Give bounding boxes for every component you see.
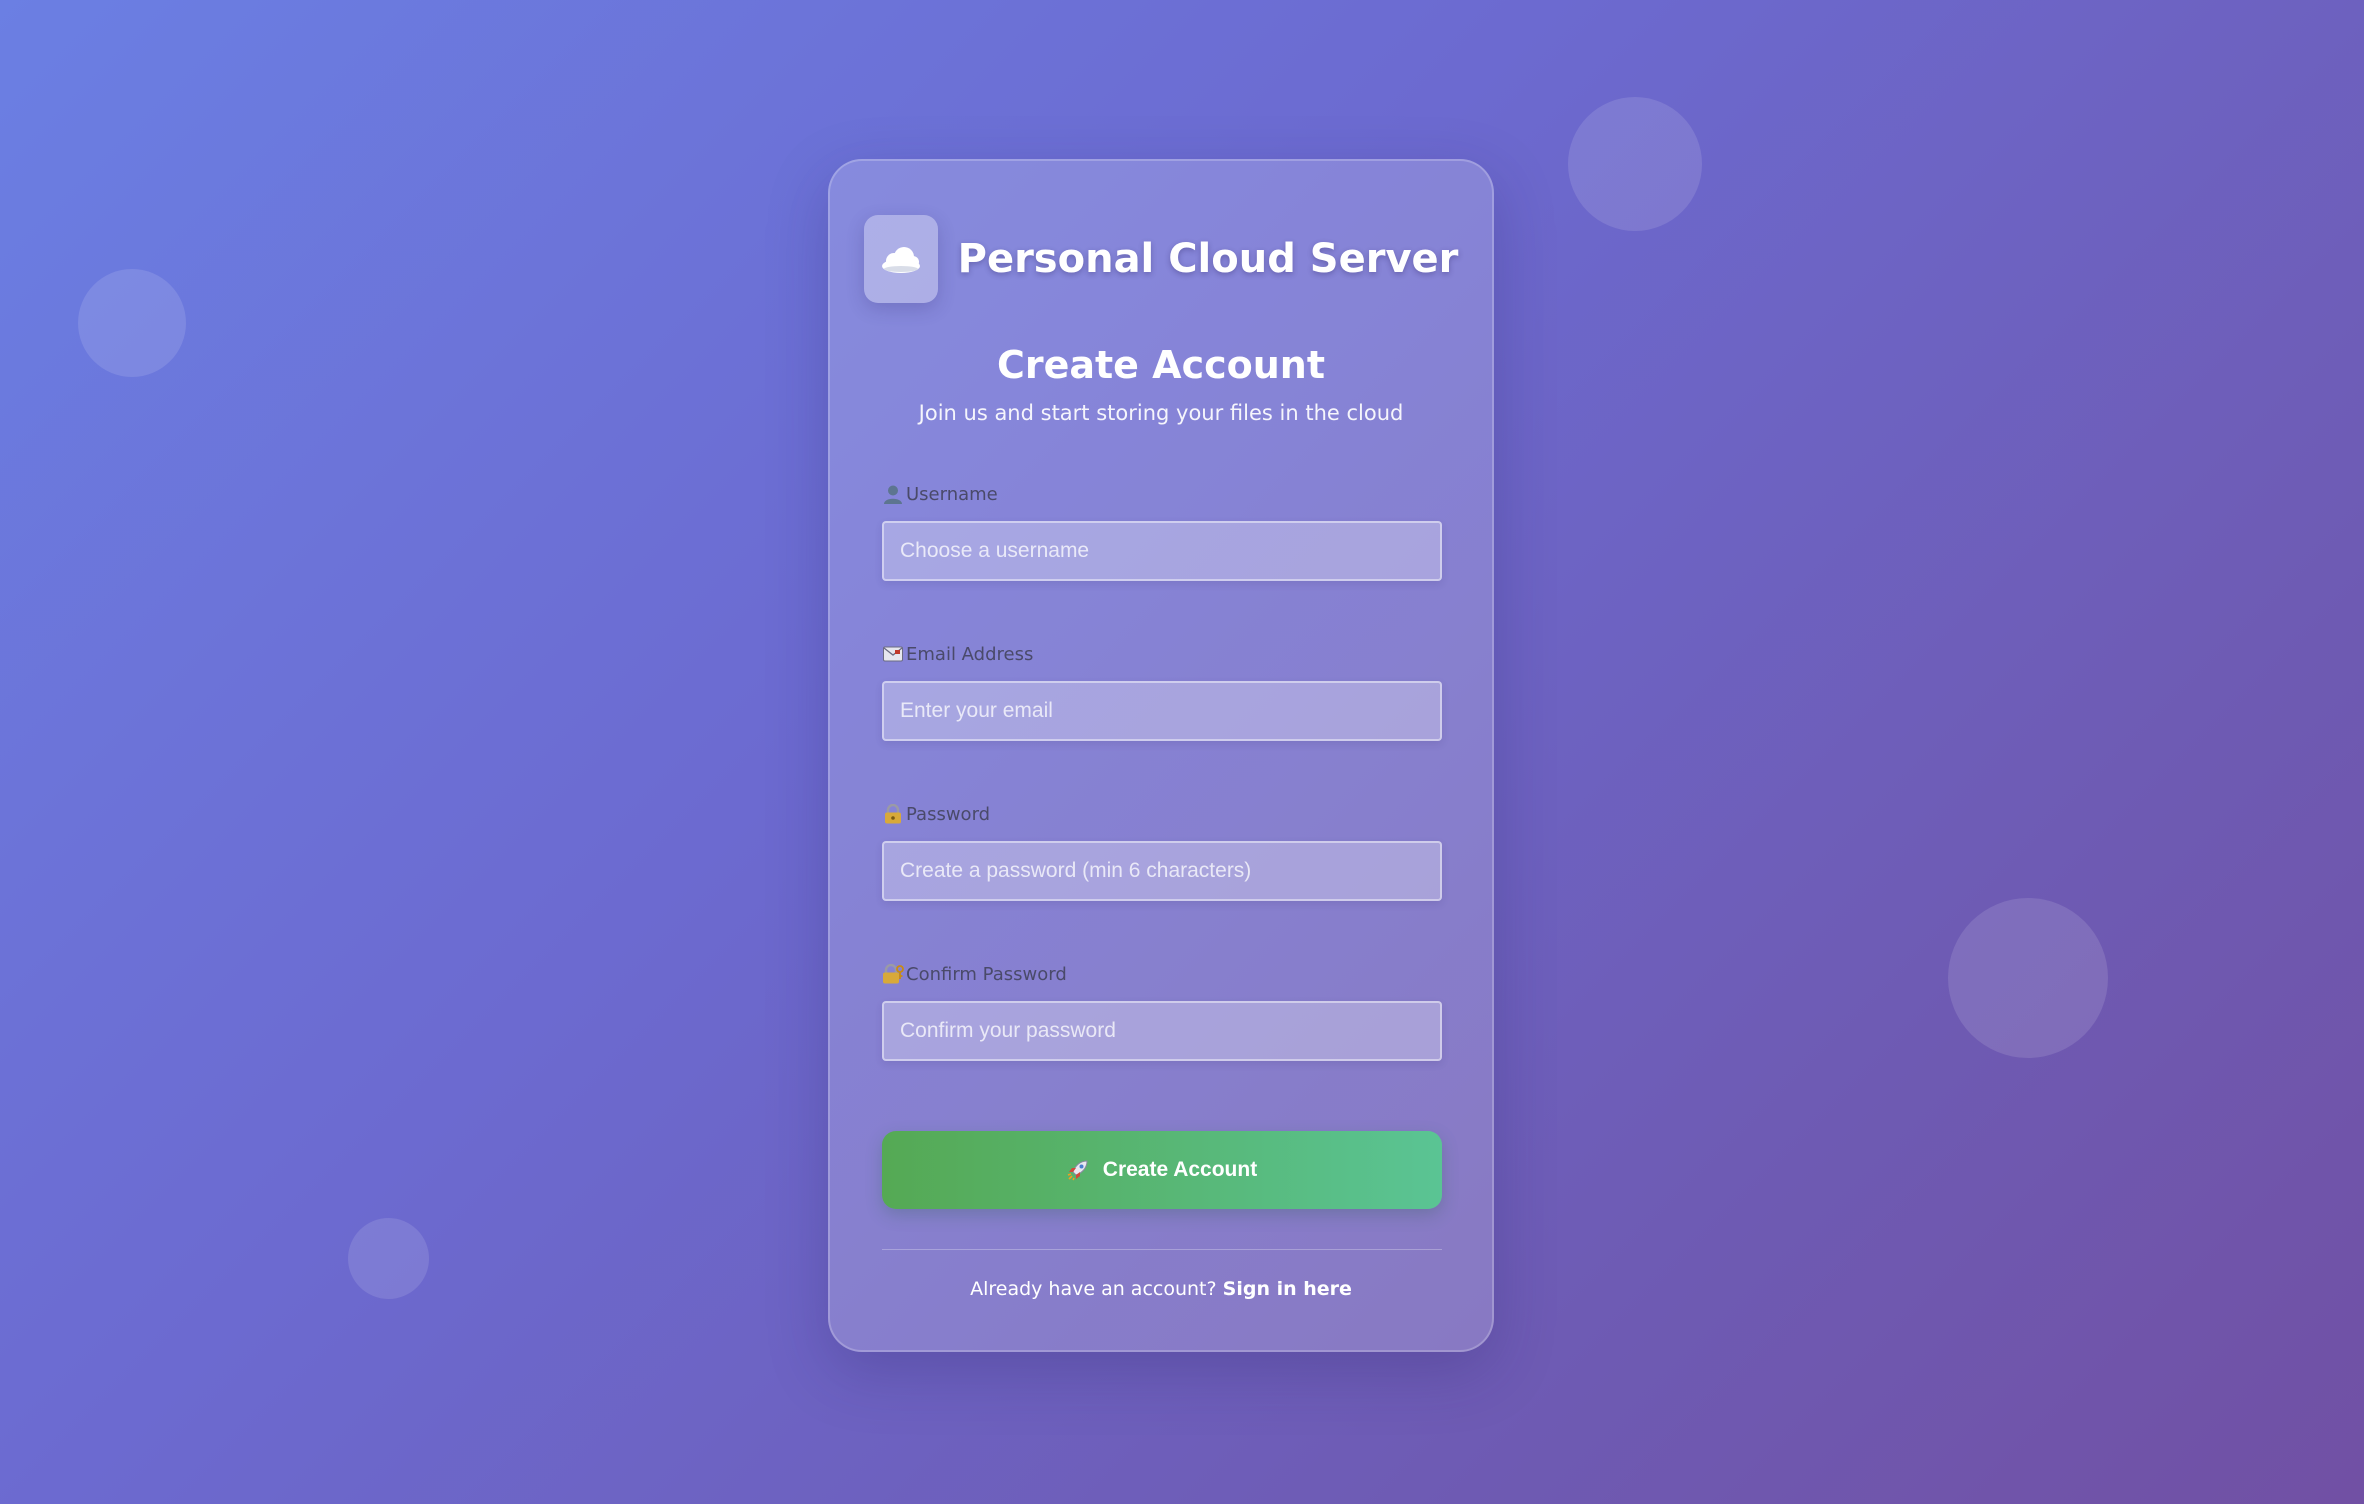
- brand-header: Personal Cloud Server: [830, 215, 1492, 303]
- password-input[interactable]: [882, 841, 1442, 901]
- page-subtitle: Join us and start storing your files in …: [918, 401, 1404, 425]
- username-input[interactable]: [882, 521, 1442, 581]
- password-field-group: Password: [882, 801, 1442, 901]
- rocket-icon: [1067, 1159, 1089, 1181]
- create-account-button[interactable]: Create Account: [882, 1131, 1442, 1209]
- signin-prompt-text: Already have an account?: [970, 1278, 1217, 1300]
- lock-key-icon: [882, 963, 904, 985]
- signin-link[interactable]: Sign in here: [1223, 1278, 1352, 1300]
- confirm-password-label: Confirm Password: [882, 961, 1442, 987]
- email-field-group: Email Address: [882, 641, 1442, 741]
- cloud-icon: [863, 215, 938, 303]
- confirm-password-input[interactable]: [882, 1001, 1442, 1061]
- envelope-icon: [882, 643, 904, 665]
- confirm-password-label-text: Confirm Password: [906, 963, 1067, 985]
- decorative-bubble: [1568, 97, 1702, 231]
- password-label: Password: [882, 801, 1442, 827]
- email-label: Email Address: [882, 641, 1442, 667]
- signin-prompt: Already have an account? Sign in here: [830, 1278, 1492, 1300]
- app-name: Personal Cloud Server: [957, 236, 1459, 282]
- username-label: Username: [882, 481, 1442, 507]
- email-label-text: Email Address: [906, 643, 1034, 665]
- lock-icon: [882, 803, 904, 825]
- password-label-text: Password: [906, 803, 991, 825]
- confirm-password-field-group: Confirm Password: [882, 961, 1442, 1061]
- signup-card: Personal Cloud Server Create Account Joi…: [828, 159, 1494, 1352]
- divider: [882, 1249, 1442, 1250]
- username-label-text: Username: [906, 483, 998, 505]
- email-input[interactable]: [882, 681, 1442, 741]
- create-account-button-label: Create Account: [1102, 1158, 1258, 1181]
- decorative-bubble: [348, 1218, 429, 1299]
- username-field-group: Username: [882, 481, 1442, 581]
- decorative-bubble: [1948, 898, 2108, 1058]
- decorative-bubble: [78, 269, 186, 377]
- user-icon: [882, 483, 904, 505]
- page-title: Create Account: [996, 343, 1326, 387]
